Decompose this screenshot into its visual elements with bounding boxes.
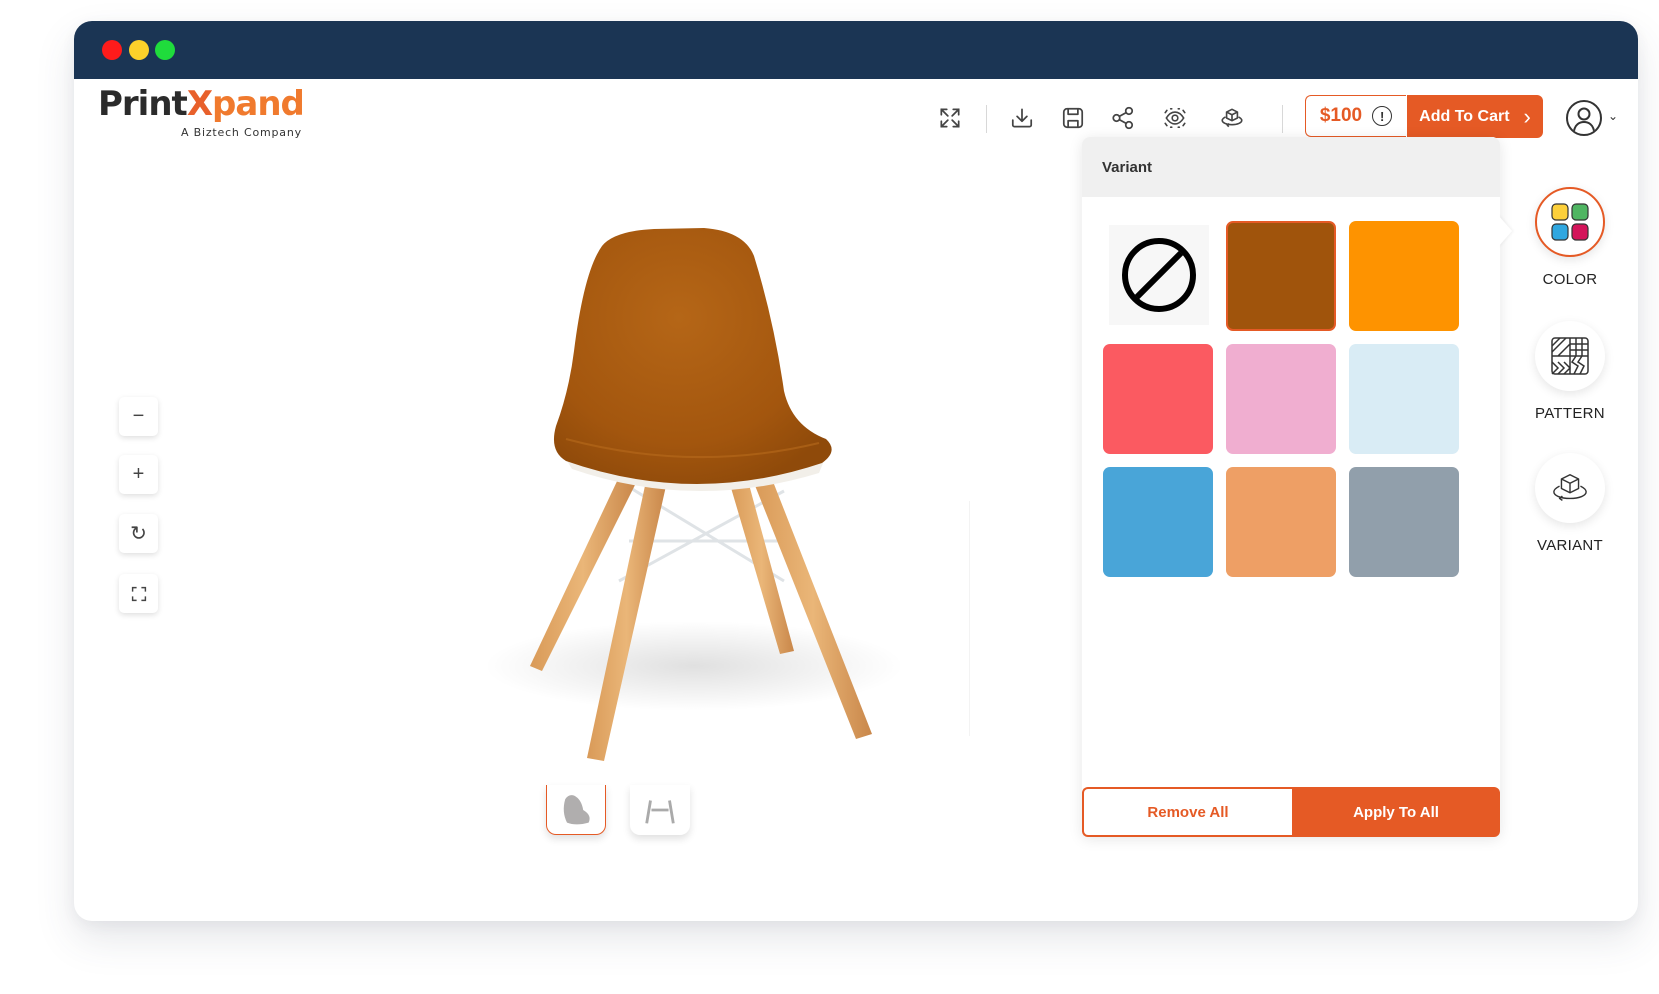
save-button[interactable] bbox=[1057, 102, 1089, 134]
chevron-down-icon[interactable]: ⌄ bbox=[1608, 109, 1618, 123]
variant-tool-circle bbox=[1535, 453, 1605, 523]
3d-view-icon bbox=[1221, 108, 1243, 128]
zoom-in-button[interactable]: + bbox=[119, 455, 158, 494]
panel-pointer bbox=[1498, 215, 1512, 247]
side-tool-color[interactable]: COLOR bbox=[1534, 187, 1606, 288]
canvas-boundary bbox=[969, 501, 970, 736]
part-thumbnail-legs[interactable] bbox=[630, 785, 690, 835]
swatch-pink[interactable] bbox=[1226, 344, 1336, 454]
swatch-orange[interactable] bbox=[1349, 221, 1459, 331]
user-avatar[interactable] bbox=[1566, 100, 1602, 136]
fit-screen-button[interactable] bbox=[119, 574, 158, 613]
refresh-icon: ↻ bbox=[130, 523, 147, 545]
app-window: PrintXpand A Biztech Company $100 ! Add … bbox=[74, 21, 1638, 921]
logo-text-pand: pand bbox=[212, 84, 305, 124]
swatch-coral-red[interactable] bbox=[1103, 344, 1213, 454]
preview-button[interactable] bbox=[1159, 102, 1191, 134]
legs-part-icon bbox=[645, 800, 675, 824]
download-icon bbox=[1011, 108, 1033, 128]
maximize-window-button[interactable] bbox=[155, 40, 175, 60]
fit-screen-icon bbox=[131, 586, 146, 601]
price-display: $100 ! bbox=[1305, 95, 1406, 137]
plus-icon: + bbox=[132, 463, 145, 485]
side-tool-label: PATTERN bbox=[1535, 405, 1605, 422]
swatch-blue[interactable] bbox=[1103, 467, 1213, 577]
user-icon bbox=[1573, 107, 1595, 132]
share-icon bbox=[1112, 106, 1134, 130]
logo-tagline: A Biztech Company bbox=[181, 126, 302, 139]
title-bar bbox=[74, 21, 1638, 79]
side-tool-label: VARIANT bbox=[1537, 537, 1603, 554]
side-tool-pattern[interactable]: PATTERN bbox=[1534, 321, 1606, 422]
chevron-right-icon: › bbox=[1523, 103, 1531, 129]
swatch-peach[interactable] bbox=[1226, 467, 1336, 577]
pattern-tool-circle bbox=[1535, 321, 1605, 391]
apply-to-all-button[interactable]: Apply To All bbox=[1292, 787, 1500, 837]
minus-icon: − bbox=[132, 405, 145, 427]
save-icon bbox=[1062, 107, 1084, 129]
close-window-button[interactable] bbox=[102, 40, 122, 60]
variant-panel: Variant Remove All Apply To All bbox=[1082, 137, 1512, 837]
share-button[interactable] bbox=[1107, 102, 1139, 134]
no-color-icon bbox=[1122, 238, 1196, 312]
remove-all-button[interactable]: Remove All bbox=[1082, 787, 1292, 837]
download-button[interactable] bbox=[1006, 102, 1038, 134]
reset-view-button[interactable]: ↻ bbox=[119, 514, 158, 553]
part-thumbnail-seat[interactable] bbox=[546, 785, 606, 835]
swatch-slate-gray[interactable] bbox=[1349, 467, 1459, 577]
add-to-cart-label: Add To Cart bbox=[1419, 107, 1510, 125]
3d-view-button[interactable] bbox=[1216, 102, 1248, 134]
swatch-none[interactable] bbox=[1109, 225, 1209, 325]
toolbar-divider bbox=[986, 105, 987, 133]
panel-title: Variant bbox=[1082, 137, 1500, 197]
panel-actions: Remove All Apply To All bbox=[1082, 787, 1500, 837]
zoom-out-button[interactable]: − bbox=[119, 397, 158, 436]
swatch-light-blue[interactable] bbox=[1349, 344, 1459, 454]
side-tool-label: COLOR bbox=[1542, 271, 1598, 288]
add-to-cart-button[interactable]: Add To Cart › bbox=[1407, 95, 1543, 138]
product-chair[interactable] bbox=[454, 211, 954, 771]
logo-text-print: Print bbox=[98, 84, 188, 124]
minimize-window-button[interactable] bbox=[129, 40, 149, 60]
seat-part-icon bbox=[563, 794, 590, 824]
preview-icon bbox=[1164, 107, 1186, 129]
color-tool-circle bbox=[1535, 187, 1605, 257]
price-value: $100 bbox=[1319, 105, 1363, 126]
swatch-brown[interactable] bbox=[1226, 221, 1336, 331]
toolbar-divider bbox=[1282, 105, 1283, 133]
expand-button[interactable] bbox=[934, 102, 966, 134]
side-tool-variant[interactable]: VARIANT bbox=[1534, 453, 1606, 554]
pattern-icon bbox=[1551, 337, 1589, 375]
expand-icon bbox=[940, 108, 960, 128]
color-palette-icon bbox=[1551, 203, 1589, 241]
logo-text-x: X bbox=[186, 84, 213, 124]
logo[interactable]: PrintXpand A Biztech Company bbox=[98, 84, 305, 139]
info-icon[interactable]: ! bbox=[1372, 106, 1393, 126]
3d-rotate-icon bbox=[1553, 473, 1587, 501]
